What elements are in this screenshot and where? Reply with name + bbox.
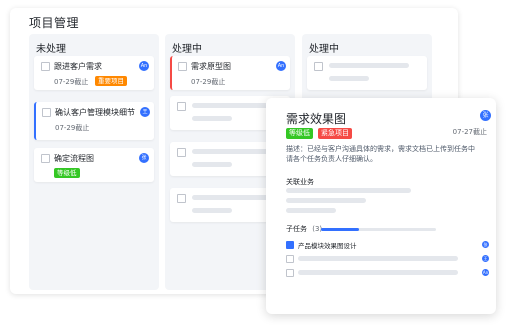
- priority-tag: 重要项目: [95, 76, 127, 86]
- assignee-avatar[interactable]: 王: [140, 107, 150, 117]
- detail-due-date: 07-27截止: [452, 128, 487, 136]
- assignee-avatar[interactable]: An: [276, 61, 286, 71]
- task-card[interactable]: 需求原型图 07-29截止 An: [170, 56, 290, 90]
- placeholder-line: [286, 208, 336, 213]
- assignee-avatar[interactable]: 张: [480, 110, 491, 121]
- task-title: 确认客户管理模块细节: [55, 108, 135, 117]
- task-title: 跟进客户需求: [54, 62, 102, 71]
- task-checkbox[interactable]: [41, 154, 50, 163]
- placeholder-card[interactable]: [307, 56, 427, 90]
- task-checkbox[interactable]: [177, 194, 186, 203]
- column-title: 未处理: [36, 44, 66, 55]
- placeholder-line: [192, 103, 272, 108]
- placeholder-line: [329, 63, 409, 68]
- task-checkbox[interactable]: [177, 148, 186, 157]
- priority-tag: 等级低: [286, 128, 313, 139]
- placeholder-line: [192, 195, 272, 200]
- placeholder-line: [329, 76, 369, 81]
- assignee-avatar[interactable]: An: [139, 61, 149, 71]
- task-card[interactable]: 确认客户管理模块细节 07-29截止 王: [34, 102, 154, 140]
- placeholder-line: [192, 116, 232, 121]
- subtask-checkbox[interactable]: [286, 241, 294, 249]
- subtask-label: 产品模块效果图设计: [298, 242, 357, 250]
- urgent-tag: 紧急项目: [318, 128, 352, 139]
- assignee-avatar[interactable]: 张: [482, 241, 489, 248]
- detail-title: 需求效果图: [286, 112, 347, 126]
- placeholder-line: [298, 256, 458, 261]
- task-title: 需求原型图: [191, 62, 231, 71]
- subtask-checkbox[interactable]: [286, 269, 294, 277]
- subtasks-progress-bar: [321, 228, 436, 231]
- subtasks-progress-fill: [321, 228, 359, 231]
- placeholder-line: [286, 188, 411, 193]
- board-title: 项目管理: [29, 16, 80, 30]
- task-due-date: 07-29截止: [55, 124, 90, 132]
- subtasks-title: 子任务: [286, 225, 307, 233]
- task-due-date: 07-29截止: [191, 78, 226, 86]
- placeholder-line: [286, 198, 366, 203]
- task-checkbox[interactable]: [178, 62, 187, 71]
- subtasks-label: 子任务 (3): [286, 224, 322, 234]
- assignee-avatar[interactable]: 张: [139, 153, 149, 163]
- task-card[interactable]: 跟进客户需求 07-29截止 重要项目 An: [34, 56, 154, 90]
- column-todo: 未处理 跟进客户需求 07-29截止 重要项目 An 确认客户管理模块细节 07…: [29, 34, 159, 290]
- column-title: 处理中: [172, 44, 202, 55]
- placeholder-line: [192, 162, 232, 167]
- assignee-avatar[interactable]: An: [482, 269, 489, 276]
- task-title: 确定流程图: [54, 154, 94, 163]
- task-detail-panel: 需求效果图 张 等级低 紧急项目 07-27截止 描述：已经与客户沟通具体的需求…: [266, 98, 496, 314]
- column-title: 处理中: [309, 44, 339, 55]
- placeholder-line: [298, 270, 458, 275]
- detail-description: 描述：已经与客户沟通具体的需求，需求文档已上传到任务中请各个任务负责人仔细确认。: [286, 145, 475, 163]
- placeholder-line: [192, 208, 232, 213]
- task-checkbox[interactable]: [314, 62, 323, 71]
- related-business-label: 关联业务: [286, 178, 314, 186]
- priority-tag: 等级低: [54, 168, 80, 178]
- task-card[interactable]: 确定流程图 等级低 张: [34, 148, 154, 182]
- subtask-checkbox[interactable]: [286, 255, 294, 263]
- task-due-date: 07-29截止: [54, 78, 89, 86]
- task-checkbox[interactable]: [41, 62, 50, 71]
- placeholder-line: [192, 149, 272, 154]
- task-checkbox[interactable]: [177, 102, 186, 111]
- assignee-avatar[interactable]: 王: [482, 255, 489, 262]
- task-checkbox[interactable]: [42, 108, 51, 117]
